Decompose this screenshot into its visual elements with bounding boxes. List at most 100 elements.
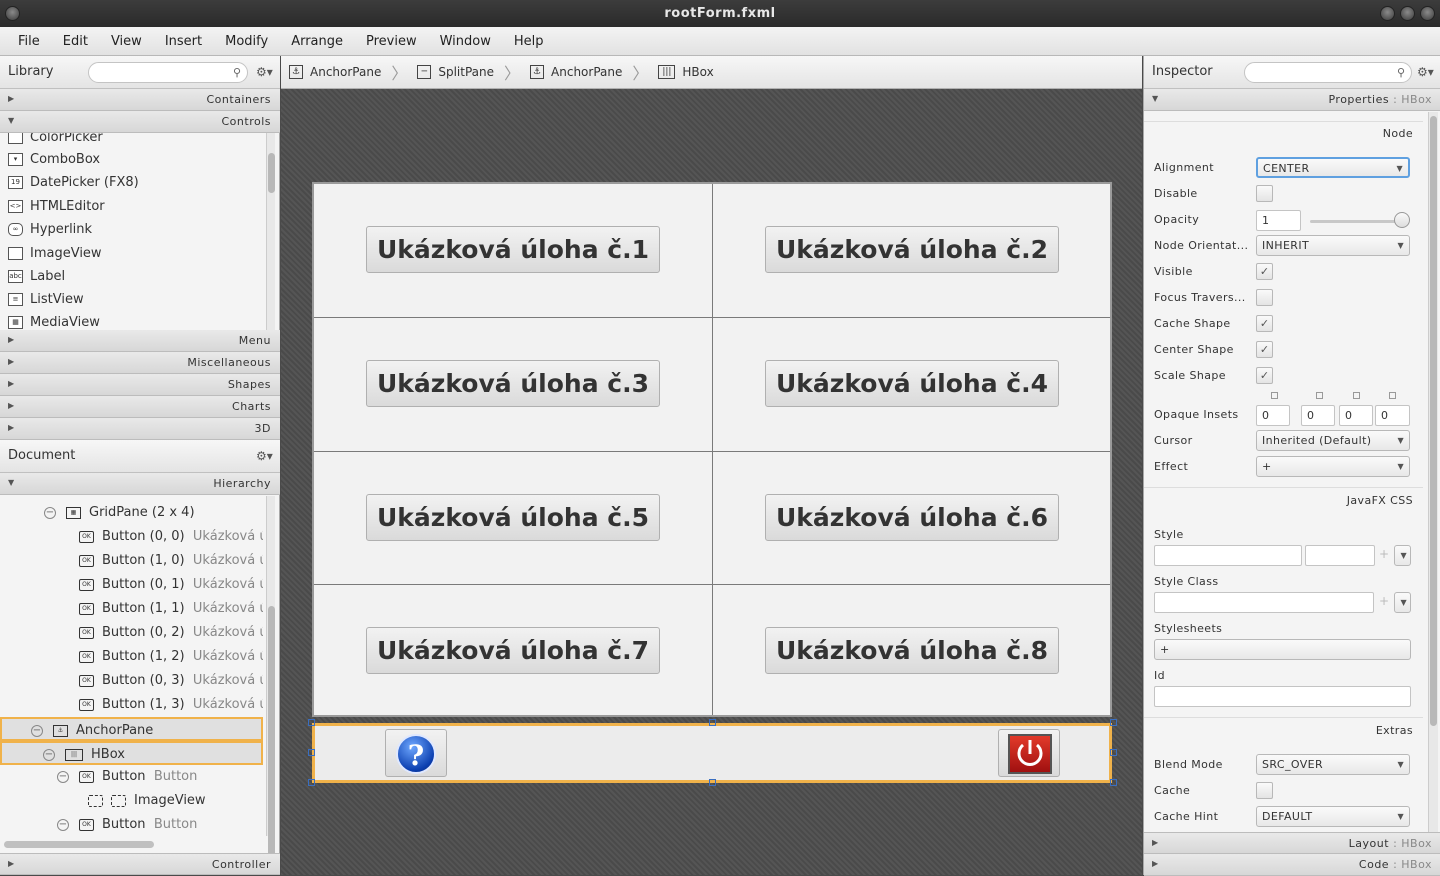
inset-bottom-field[interactable]: 0	[1339, 405, 1373, 426]
window-menu-button[interactable]	[5, 6, 20, 21]
add-style-class-icon[interactable]: +	[1379, 594, 1389, 608]
menu-view[interactable]: View	[101, 34, 152, 49]
opacity-field[interactable]: 1	[1256, 210, 1301, 231]
tree-item-button[interactable]: OK Button (1, 0) Ukázková ú	[0, 549, 263, 573]
resize-handle[interactable]	[709, 779, 716, 786]
breadcrumb-anchorpane[interactable]: AnchorPane	[551, 65, 622, 79]
resize-handle[interactable]	[308, 749, 315, 756]
library-item-listview[interactable]: ≡ ListView	[8, 288, 84, 310]
tree-item-button[interactable]: OK Button (1, 1) Ukázková ú	[0, 597, 263, 621]
tree-item-anchorpane[interactable]: − ⚓ AnchorPane	[0, 717, 263, 741]
add-style-icon[interactable]: +	[1379, 547, 1389, 561]
task-button-7[interactable]: Ukázková úloha č.7	[366, 627, 660, 674]
section-charts[interactable]: ▶ Charts	[0, 396, 280, 418]
inset-link-icon[interactable]	[1353, 392, 1360, 399]
id-field[interactable]	[1154, 686, 1411, 707]
grid-pane[interactable]: Ukázková úloha č.1 Ukázková úloha č.2 Uk…	[312, 182, 1112, 717]
inset-right-field[interactable]: 0	[1301, 405, 1335, 426]
focus-checkbox[interactable]	[1256, 289, 1273, 306]
collapse-toggle-icon[interactable]: −	[57, 818, 69, 831]
style-class-menu[interactable]: ▼	[1394, 592, 1411, 613]
opacity-slider-thumb[interactable]	[1394, 212, 1410, 228]
orientation-select[interactable]: INHERIT ▼	[1256, 235, 1410, 256]
tree-item-hbox[interactable]: − ||| HBox	[0, 741, 263, 765]
scroll-thumb[interactable]	[1430, 116, 1437, 726]
menu-edit[interactable]: Edit	[53, 34, 98, 49]
section-miscellaneous[interactable]: ▶ Miscellaneous	[0, 352, 280, 374]
section-3d[interactable]: ▶ 3D	[0, 418, 280, 440]
menu-help[interactable]: Help	[504, 34, 554, 49]
task-button-2[interactable]: Ukázková úloha č.2	[765, 226, 1059, 273]
resize-handle[interactable]	[1110, 779, 1117, 786]
task-button-3[interactable]: Ukázková úloha č.3	[366, 360, 660, 407]
resize-handle[interactable]	[1110, 719, 1117, 726]
inset-link-icon[interactable]	[1316, 392, 1323, 399]
collapse-toggle-icon[interactable]: −	[44, 506, 56, 519]
inspector-search-input[interactable]: ⚲	[1244, 62, 1412, 83]
menu-modify[interactable]: Modify	[215, 34, 278, 49]
library-item-htmleditor[interactable]: <> HTMLEditor	[8, 195, 105, 217]
section-shapes[interactable]: ▶ Shapes	[0, 374, 280, 396]
disable-checkbox[interactable]	[1256, 185, 1273, 202]
inspector-scrollbar[interactable]	[1428, 112, 1438, 842]
selected-hbox[interactable]: ?	[312, 723, 1112, 783]
section-properties[interactable]: ▼ Properties : HBox	[1144, 89, 1440, 111]
inset-top-field[interactable]: 0	[1256, 405, 1290, 426]
collapse-toggle-icon[interactable]: −	[57, 770, 69, 783]
task-button-8[interactable]: Ukázková úloha č.8	[765, 627, 1059, 674]
breadcrumb-anchorpane[interactable]: AnchorPane	[310, 65, 381, 79]
section-controller[interactable]: ▶ Controller	[0, 853, 280, 875]
task-button-4[interactable]: Ukázková úloha č.4	[765, 360, 1059, 407]
library-item-colorpicker[interactable]: ColorPicker	[8, 133, 103, 148]
tree-item-button[interactable]: − OK Button Button	[0, 813, 263, 836]
cache-hint-select[interactable]: DEFAULT ▼	[1256, 806, 1410, 827]
menu-insert[interactable]: Insert	[155, 34, 212, 49]
section-layout[interactable]: ▶ Layout : HBox	[1144, 832, 1440, 854]
inset-left-field[interactable]: 0	[1375, 405, 1410, 426]
menu-preview[interactable]: Preview	[356, 34, 427, 49]
cursor-select[interactable]: Inherited (Default) ▼	[1256, 430, 1410, 451]
library-item-combobox[interactable]: ▾ ComboBox	[8, 148, 100, 170]
alignment-select[interactable]: CENTER ▼	[1256, 157, 1410, 178]
scale-shape-checkbox[interactable]: ✓	[1256, 367, 1273, 384]
menu-arrange[interactable]: Arrange	[281, 34, 353, 49]
inset-link-icon[interactable]	[1389, 392, 1396, 399]
section-containers[interactable]: ▶ Containers	[0, 89, 280, 111]
section-code[interactable]: ▶ Code : HBox	[1144, 854, 1440, 876]
menu-file[interactable]: File	[8, 34, 50, 49]
resize-handle[interactable]	[709, 719, 716, 726]
power-button[interactable]	[998, 729, 1060, 777]
task-button-6[interactable]: Ukázková úloha č.6	[765, 494, 1059, 541]
library-search-input[interactable]: ⚲	[88, 62, 248, 83]
breadcrumb-hbox[interactable]: HBox	[682, 65, 713, 79]
library-item-mediaview[interactable]: ▦ MediaView	[8, 311, 100, 330]
tree-item-button[interactable]: OK Button (1, 2) Ukázková ú	[0, 645, 263, 669]
resize-handle[interactable]	[1110, 749, 1117, 756]
tree-item-gridpane[interactable]: − ▦ GridPane (2 x 4)	[0, 501, 263, 525]
tree-item-button[interactable]: OK Button (0, 1) Ukázková ú	[0, 573, 263, 597]
tree-item-button[interactable]: OK Button (1, 3) Ukázková ú	[0, 693, 263, 717]
close-button[interactable]	[1420, 6, 1435, 21]
tree-item-button[interactable]: OK Button (0, 0) Ukázková ú	[0, 525, 263, 549]
library-item-hyperlink[interactable]: ∞ Hyperlink	[8, 218, 92, 240]
opacity-slider-track[interactable]	[1310, 220, 1402, 223]
tree-item-imageview[interactable]: ImageView	[0, 789, 263, 813]
cache-checkbox[interactable]	[1256, 782, 1273, 799]
visible-checkbox[interactable]: ✓	[1256, 263, 1273, 280]
inset-link-icon[interactable]	[1271, 392, 1278, 399]
resize-handle[interactable]	[308, 779, 315, 786]
library-gear-icon[interactable]: ⚙▾	[256, 65, 273, 79]
section-hierarchy[interactable]: ▼ Hierarchy	[0, 473, 280, 495]
section-controls[interactable]: ▼ Controls	[0, 111, 280, 133]
tree-item-button[interactable]: OK Button (0, 3) Ukázková ú	[0, 669, 263, 693]
document-gear-icon[interactable]: ⚙▾	[256, 449, 273, 463]
task-button-5[interactable]: Ukázková úloha č.5	[366, 494, 660, 541]
library-scrollbar[interactable]	[266, 133, 275, 330]
maximize-button[interactable]	[1400, 6, 1415, 21]
center-shape-checkbox[interactable]: ✓	[1256, 341, 1273, 358]
breadcrumb-splitpane[interactable]: SplitPane	[438, 65, 494, 79]
scroll-thumb[interactable]	[268, 606, 275, 866]
section-menu[interactable]: ▶ Menu	[0, 330, 280, 352]
collapse-toggle-icon[interactable]: −	[43, 748, 55, 761]
blend-mode-select[interactable]: SRC_OVER ▼	[1256, 754, 1410, 775]
